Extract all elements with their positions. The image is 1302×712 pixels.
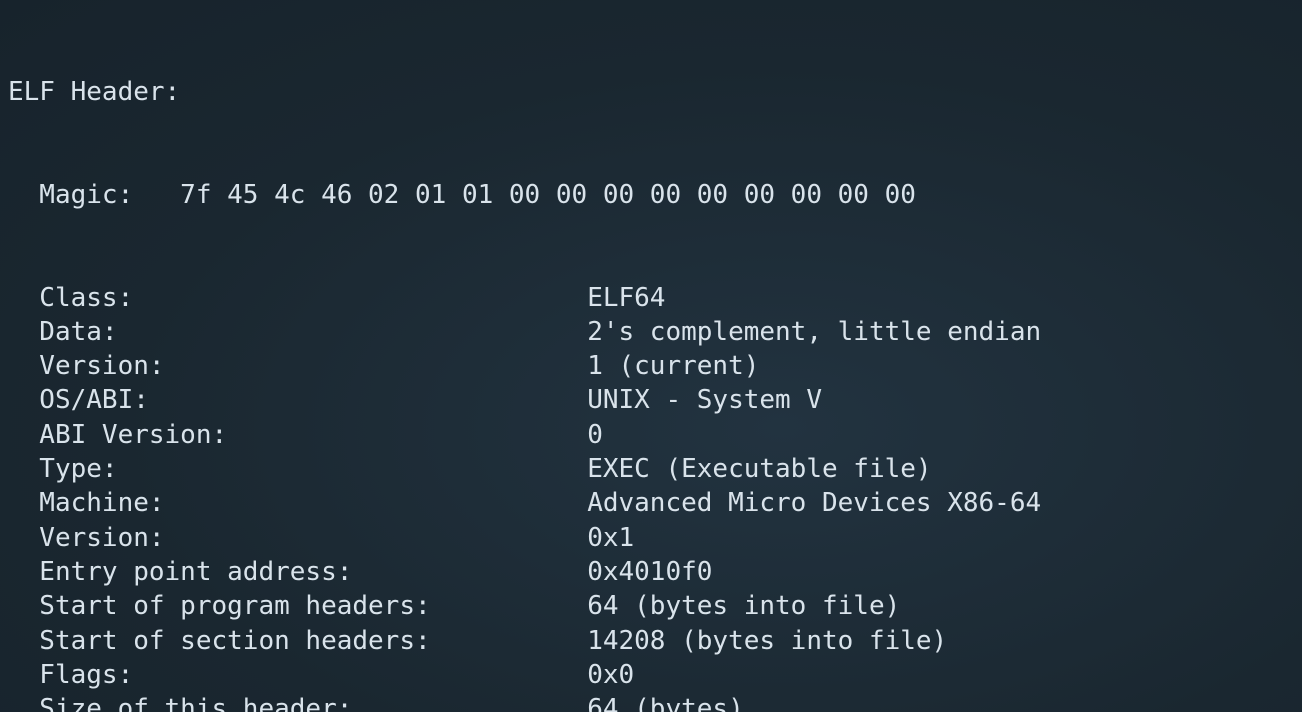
elf-field-row: Machine: Advanced Micro Devices X86-64	[8, 486, 1294, 520]
elf-field-value: EXEC (Executable file)	[587, 454, 931, 484]
elf-field-row: Version: 0x1	[8, 521, 1294, 555]
elf-field-value: 2's complement, little endian	[587, 317, 1041, 347]
elf-field-row: OS/ABI: UNIX - System V	[8, 383, 1294, 417]
magic-label: Magic: 7f 45 4c 46 02 01 01 00 00 00 00 …	[8, 180, 916, 210]
elf-field-value: Advanced Micro Devices X86-64	[587, 488, 1041, 518]
elf-field-label: Start of program headers:	[8, 591, 587, 621]
elf-field-label: Class:	[8, 283, 587, 313]
elf-field-row: Data: 2's complement, little endian	[8, 315, 1294, 349]
elf-field-label: ABI Version:	[8, 420, 587, 450]
elf-field-row: Version: 1 (current)	[8, 349, 1294, 383]
elf-field-label: Size of this header:	[8, 694, 587, 712]
elf-field-value: 64 (bytes into file)	[587, 591, 900, 621]
elf-field-row: Entry point address: 0x4010f0	[8, 555, 1294, 589]
elf-field-row: Size of this header: 64 (bytes)	[8, 692, 1294, 712]
elf-field-row: ABI Version: 0	[8, 418, 1294, 452]
elf-field-value: 0x4010f0	[587, 557, 712, 587]
elf-field-label: Machine:	[8, 488, 587, 518]
elf-field-label: Version:	[8, 523, 587, 553]
terminal-output: ELF Header: Magic: 7f 45 4c 46 02 01 01 …	[0, 0, 1302, 712]
elf-field-value: 0	[587, 420, 603, 450]
elf-field-row: Start of program headers: 64 (bytes into…	[8, 589, 1294, 623]
elf-field-label: Start of section headers:	[8, 626, 587, 656]
elf-header-title: ELF Header:	[8, 75, 1294, 109]
elf-field-label: Entry point address:	[8, 557, 587, 587]
elf-field-value: UNIX - System V	[587, 385, 822, 415]
elf-field-row: Type: EXEC (Executable file)	[8, 452, 1294, 486]
elf-field-row: Start of section headers: 14208 (bytes i…	[8, 624, 1294, 658]
magic-row: Magic: 7f 45 4c 46 02 01 01 00 00 00 00 …	[8, 178, 1294, 212]
elf-field-value: 0x1	[587, 523, 634, 553]
elf-field-value: 14208 (bytes into file)	[587, 626, 947, 656]
elf-field-label: Data:	[8, 317, 587, 347]
elf-field-value: 0x0	[587, 660, 634, 690]
elf-field-value: 1 (current)	[587, 351, 759, 381]
elf-field-label: Type:	[8, 454, 587, 484]
elf-field-label: OS/ABI:	[8, 385, 587, 415]
elf-field-value: 64 (bytes)	[587, 694, 744, 712]
elf-field-row: Flags: 0x0	[8, 658, 1294, 692]
elf-field-value: ELF64	[587, 283, 665, 313]
elf-field-label: Flags:	[8, 660, 587, 690]
elf-field-label: Version:	[8, 351, 587, 381]
elf-field-row: Class: ELF64	[8, 281, 1294, 315]
